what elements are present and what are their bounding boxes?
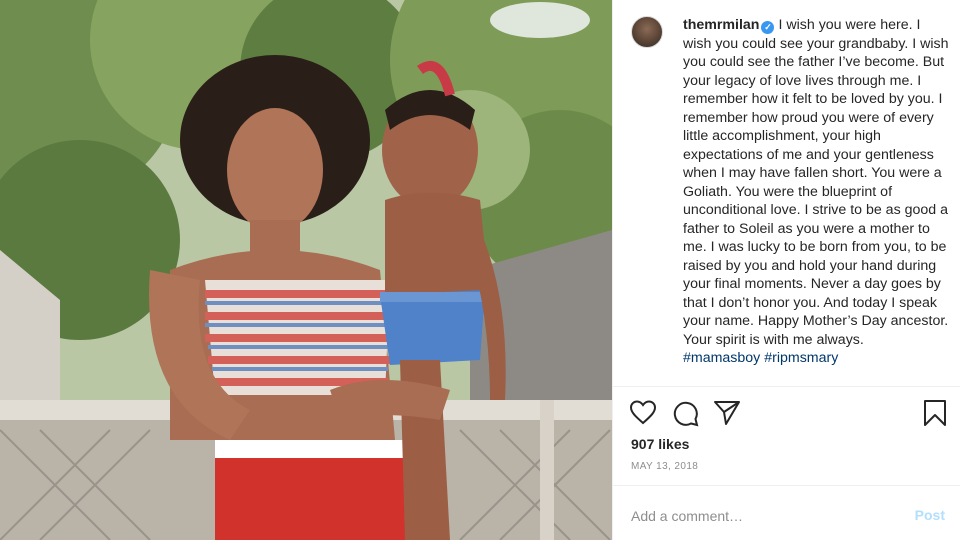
likes-count[interactable]: 907 likes xyxy=(631,436,689,452)
bookmark-icon[interactable] xyxy=(921,399,949,427)
caption: themrmilan ✓ I wish you were here. I wish … xyxy=(683,16,951,368)
post-date[interactable]: MAY 13, 2018 xyxy=(631,461,698,472)
photo-illustration xyxy=(0,0,612,540)
comment-input[interactable] xyxy=(631,506,891,526)
hashtag-link[interactable]: #ripmsmary xyxy=(764,350,838,366)
divider xyxy=(613,485,960,486)
caption-text: I wish you were here. I wish you could s… xyxy=(683,17,949,348)
divider xyxy=(613,386,960,387)
comment-bar: Post xyxy=(613,494,960,540)
avatar[interactable] xyxy=(631,16,663,48)
post-details-panel: themrmilan ✓ I wish you were here. I wish … xyxy=(612,0,960,540)
paper-plane-icon[interactable] xyxy=(713,399,741,427)
comment-bubble-icon[interactable] xyxy=(671,399,699,427)
post-photo[interactable] xyxy=(0,0,612,540)
heart-icon[interactable] xyxy=(629,399,657,427)
action-bar xyxy=(613,397,960,429)
hashtag-link[interactable]: #mamasboy xyxy=(683,350,760,366)
username-link[interactable]: themrmilan xyxy=(683,17,759,33)
post-button[interactable]: Post xyxy=(915,507,945,523)
caption-area: themrmilan ✓ I wish you were here. I wish … xyxy=(613,0,960,384)
verified-badge-icon: ✓ xyxy=(761,21,775,34)
